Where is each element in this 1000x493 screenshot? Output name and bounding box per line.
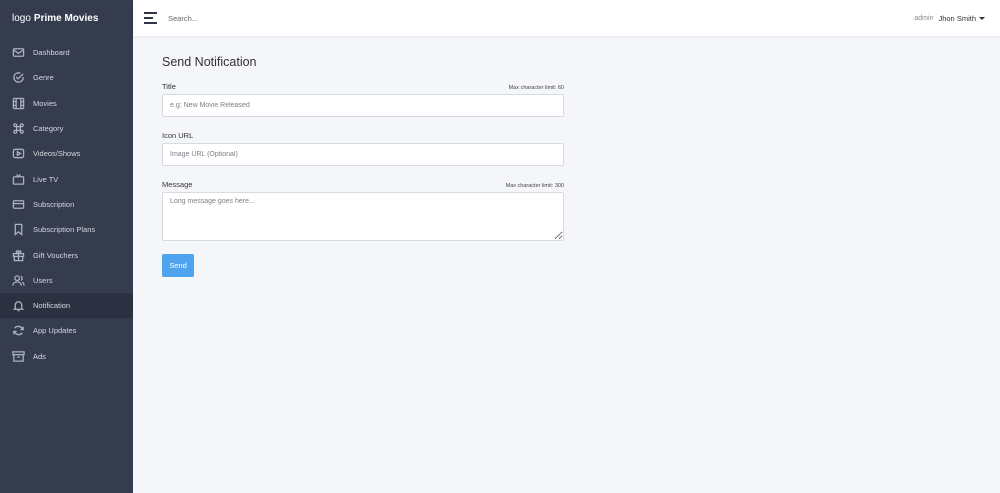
sidebar-item-label: Movies [33, 98, 57, 108]
brand[interactable]: logo Prime Movies [0, 0, 133, 36]
check-circle-icon [12, 71, 25, 84]
message-label: Message [162, 180, 193, 189]
caret-down-icon[interactable] [979, 16, 985, 20]
sidebar-item-ads[interactable]: Ads [0, 344, 133, 369]
sidebar-item-users[interactable]: Users [0, 268, 133, 293]
page-title: Send Notification [162, 55, 257, 69]
sidebar-item-notification[interactable]: Notification [0, 292, 133, 319]
user-name[interactable]: Jhon Smith [938, 14, 976, 23]
users-icon [12, 274, 25, 287]
sidebar-item-movies[interactable]: Movies [0, 91, 133, 116]
message-field-header: Message Max character limit: 300 [162, 177, 564, 189]
brand-logo: logo [12, 12, 31, 24]
message-textarea[interactable] [162, 192, 564, 241]
sidebar-item-label: Subscription Plans [33, 225, 96, 235]
sidebar-item-genre[interactable]: Genre [0, 65, 133, 90]
topbar: admin Jhon Smith [133, 0, 1000, 36]
title-char-limit: Max character limit: 60 [508, 85, 564, 91]
sidebar-item-dashboard[interactable]: Dashboard [0, 40, 133, 65]
sidebar-item-label: Subscription [33, 199, 75, 209]
menu-toggle-icon[interactable] [144, 12, 158, 24]
sidebar-item-subscription[interactable]: Subscription [0, 192, 133, 217]
icon-url-field-header: Icon URL [162, 128, 564, 140]
tv-icon [12, 173, 25, 186]
notification-form: Send Notification Title Max character li… [162, 55, 564, 277]
sidebar-nav: Dashboard Genre Movies Category Videos/S… [0, 40, 133, 369]
sidebar-item-label: Dashboard [33, 48, 70, 58]
sidebar-item-live-tv[interactable]: Live TV [0, 166, 133, 191]
icon-url-input[interactable] [162, 143, 564, 166]
card-icon [12, 198, 25, 211]
icon-url-label: Icon URL [162, 131, 194, 140]
sidebar-item-label: App Updates [33, 326, 77, 336]
film-icon [12, 97, 25, 110]
sidebar-item-category[interactable]: Category [0, 116, 133, 141]
archive-icon [12, 350, 25, 363]
message-char-limit: Max character limit: 300 [505, 183, 564, 189]
brand-name: Prime Movies [33, 12, 99, 24]
title-input[interactable] [162, 94, 564, 117]
sidebar-item-gift-vouchers[interactable]: Gift Vouchers [0, 242, 133, 267]
play-icon [12, 147, 25, 160]
bell-icon [12, 299, 25, 312]
gift-icon [12, 249, 25, 262]
sidebar-item-label: Live TV [33, 174, 59, 184]
sidebar-item-label: Notification [33, 301, 71, 311]
command-icon [12, 122, 25, 135]
sidebar-item-label: Users [33, 275, 53, 285]
sidebar-item-subscription-plans[interactable]: Subscription Plans [0, 217, 133, 242]
bookmark-icon [12, 223, 25, 237]
sidebar-item-app-updates[interactable]: App Updates [0, 318, 133, 343]
title-label: Title [162, 82, 176, 91]
user-role: admin [914, 14, 934, 22]
sidebar: logo Prime Movies Dashboard Genre Movies… [0, 0, 133, 493]
sidebar-item-label: Category [33, 124, 64, 134]
user-menu[interactable]: admin Jhon Smith [914, 0, 985, 36]
refresh-icon [12, 324, 25, 337]
send-button[interactable]: Send [162, 254, 194, 277]
title-field-header: Title Max character limit: 60 [162, 79, 564, 91]
sidebar-item-videos-shows[interactable]: Videos/Shows [0, 141, 133, 166]
search-input[interactable] [168, 13, 368, 23]
envelope-icon [12, 46, 25, 59]
sidebar-item-label: Ads [33, 351, 46, 361]
sidebar-item-label: Videos/Shows [33, 149, 81, 159]
sidebar-item-label: Gift Vouchers [33, 250, 79, 260]
sidebar-item-label: Genre [33, 73, 54, 83]
